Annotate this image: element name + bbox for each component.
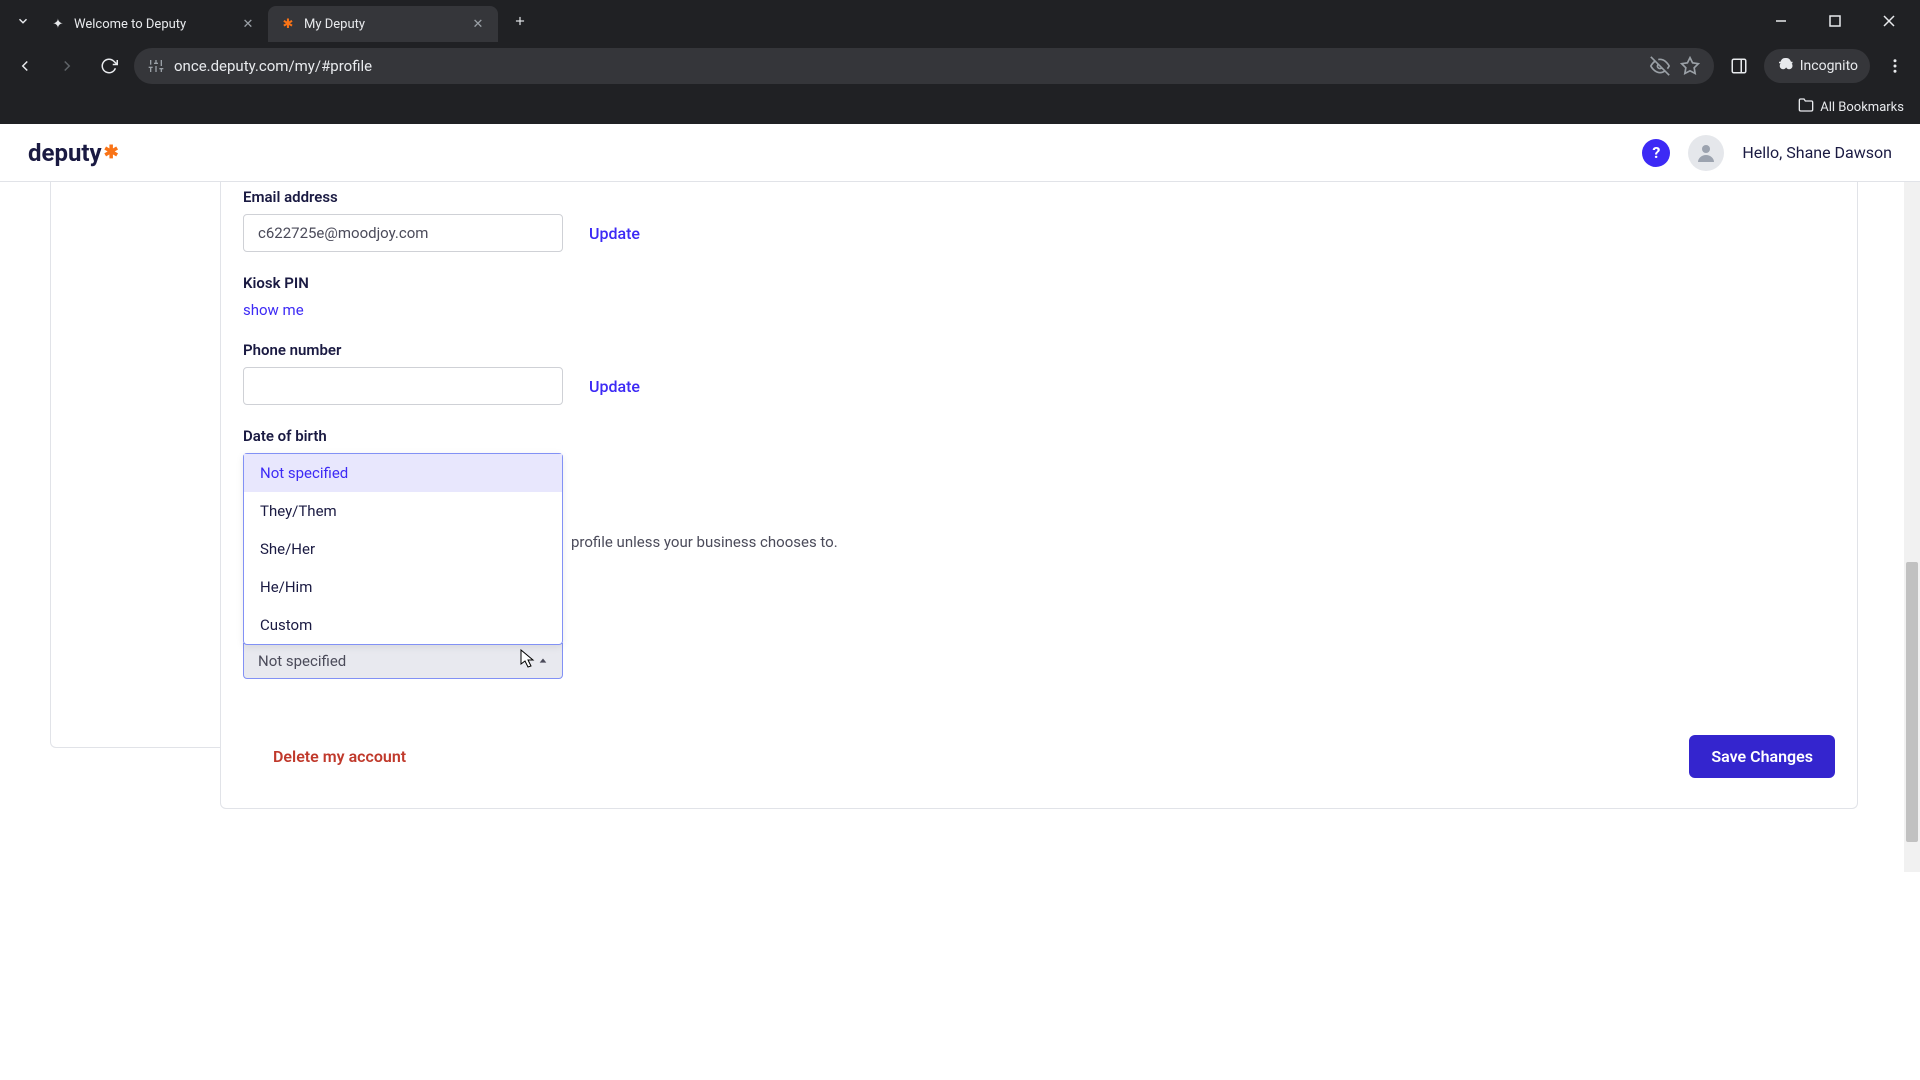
tab-title: Welcome to Deputy: [74, 17, 232, 32]
close-window-button[interactable]: [1866, 5, 1912, 37]
browser-chrome: ✦ Welcome to Deputy ✕ ✱ My Deputy ✕ once…: [0, 0, 1920, 124]
phone-field-group: Phone number Update: [243, 341, 1835, 405]
pronoun-option-custom[interactable]: Custom: [244, 606, 562, 644]
help-icon[interactable]: ?: [1642, 139, 1670, 167]
url-text: once.deputy.com/my/#profile: [174, 57, 1640, 75]
close-icon[interactable]: ✕: [240, 16, 256, 32]
header-right: ? Hello, Shane Dawson: [1642, 135, 1892, 171]
logo-text: deputy: [28, 139, 102, 167]
greeting-text: Hello, Shane Dawson: [1742, 143, 1892, 162]
incognito-icon: [1776, 55, 1794, 77]
phone-label: Phone number: [243, 341, 1835, 359]
actions-row: Delete my account Save Changes: [243, 735, 1835, 778]
delete-account-link[interactable]: Delete my account: [273, 747, 406, 766]
dob-field-group: Date of birth Not specified They/Them Sh…: [243, 427, 1835, 679]
pronoun-select-value: Not specified: [258, 652, 346, 670]
pronoun-option-not-specified[interactable]: Not specified: [244, 454, 562, 492]
maximize-button[interactable]: [1812, 5, 1858, 37]
deputy-logo[interactable]: deputy✱: [28, 139, 119, 167]
all-bookmarks-link[interactable]: All Bookmarks: [1820, 100, 1904, 115]
forward-button[interactable]: [50, 49, 84, 83]
avatar[interactable]: [1688, 135, 1724, 171]
minimize-button[interactable]: [1758, 5, 1804, 37]
logo-star-icon: ✱: [104, 142, 119, 163]
email-input[interactable]: [243, 214, 563, 252]
window-controls: [1758, 5, 1920, 37]
save-changes-button[interactable]: Save Changes: [1689, 735, 1835, 778]
star-icon[interactable]: [1680, 56, 1700, 76]
address-bar[interactable]: once.deputy.com/my/#profile: [134, 48, 1714, 84]
tab-title: My Deputy: [304, 17, 462, 32]
bookmarks-bar: All Bookmarks: [0, 90, 1920, 124]
close-icon[interactable]: ✕: [470, 16, 486, 32]
back-button[interactable]: [8, 49, 42, 83]
eye-off-icon[interactable]: [1650, 56, 1670, 76]
pronoun-option-he-him[interactable]: He/Him: [244, 568, 562, 606]
incognito-indicator[interactable]: Incognito: [1764, 49, 1870, 83]
tab-welcome[interactable]: ✦ Welcome to Deputy ✕: [38, 6, 268, 42]
pronoun-option-they-them[interactable]: They/Them: [244, 492, 562, 530]
tab-search-icon[interactable]: [8, 6, 38, 36]
kiosk-label: Kiosk PIN: [243, 274, 1835, 292]
update-phone-link[interactable]: Update: [589, 377, 640, 396]
deputy-favicon-icon: ✱: [280, 16, 296, 32]
scrollbar-thumb[interactable]: [1906, 562, 1918, 842]
pronoun-select[interactable]: Not specified: [243, 643, 563, 679]
scrollbar[interactable]: [1904, 182, 1920, 872]
tab-my-deputy[interactable]: ✱ My Deputy ✕: [268, 6, 498, 42]
address-bar-row: once.deputy.com/my/#profile Incognito: [0, 42, 1920, 90]
kiosk-field-group: Kiosk PIN show me: [243, 274, 1835, 319]
show-me-link[interactable]: show me: [243, 301, 304, 319]
site-settings-icon[interactable]: [148, 58, 164, 74]
pronoun-dropdown-container: Not specified They/Them She/Her He/Him C…: [243, 453, 563, 679]
tab-bar: ✦ Welcome to Deputy ✕ ✱ My Deputy ✕: [0, 0, 1920, 42]
content-area: Email address Update Kiosk PIN show me P…: [0, 182, 1920, 1080]
pronoun-option-she-her[interactable]: She/Her: [244, 530, 562, 568]
new-tab-button[interactable]: [506, 7, 534, 35]
chevron-up-icon: [538, 652, 548, 670]
profile-card: Email address Update Kiosk PIN show me P…: [220, 182, 1858, 809]
email-label: Email address: [243, 188, 1835, 206]
sidebar-panel: [50, 182, 220, 748]
menu-button[interactable]: [1878, 49, 1912, 83]
cursor-icon: [520, 649, 536, 673]
incognito-label: Incognito: [1800, 58, 1858, 74]
update-email-link[interactable]: Update: [589, 224, 640, 243]
folder-icon: [1798, 97, 1814, 117]
reload-button[interactable]: [92, 49, 126, 83]
sparkle-icon: ✦: [50, 16, 66, 32]
profile-helper-text: profile unless your business chooses to.: [571, 533, 838, 551]
side-panel-icon[interactable]: [1722, 49, 1756, 83]
app-header: deputy✱ ? Hello, Shane Dawson: [0, 124, 1920, 182]
pronoun-dropdown-list: Not specified They/Them She/Her He/Him C…: [243, 453, 563, 645]
phone-input[interactable]: [243, 367, 563, 405]
dob-label: Date of birth: [243, 427, 1835, 445]
email-field-group: Email address Update: [243, 188, 1835, 252]
